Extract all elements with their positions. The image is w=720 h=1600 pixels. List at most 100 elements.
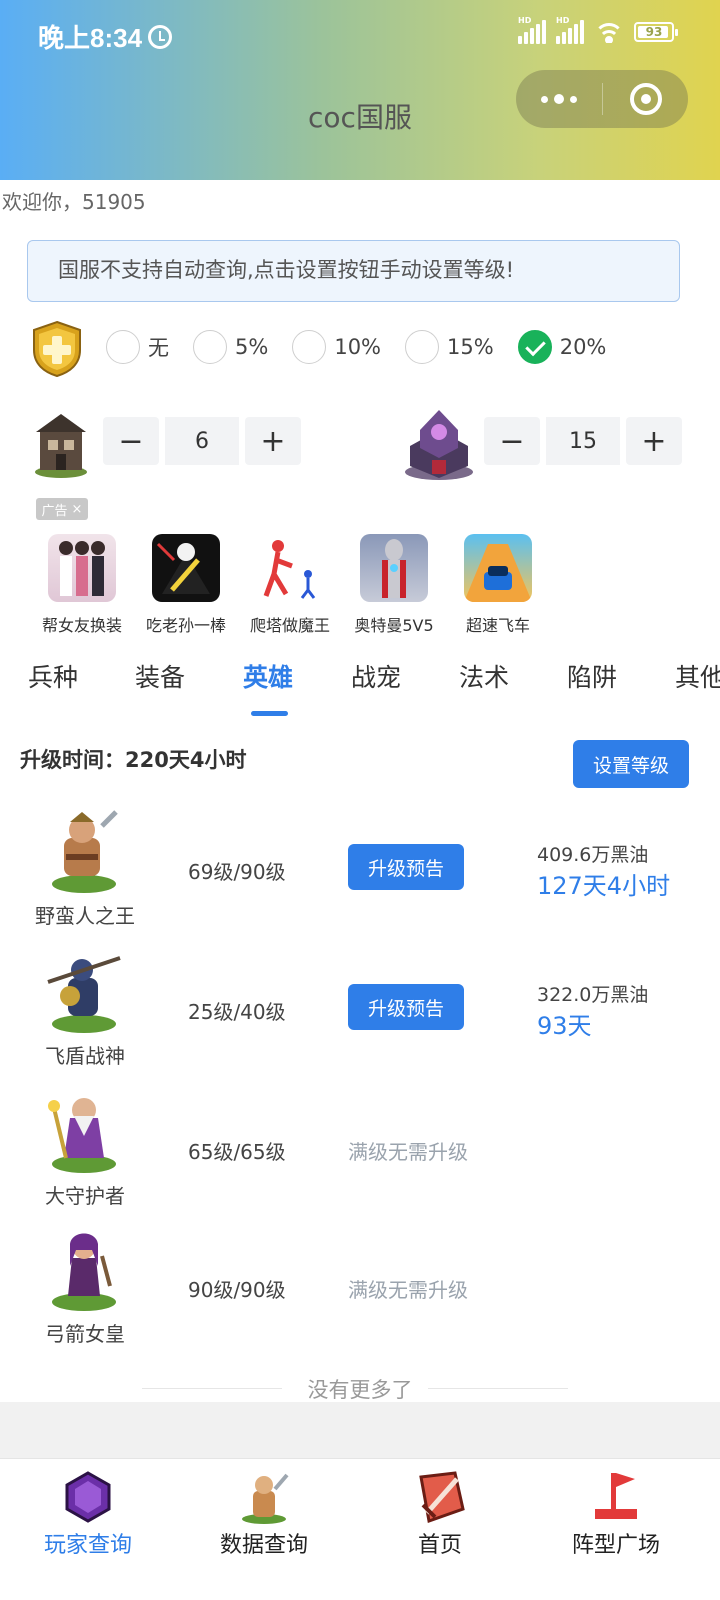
more-icon[interactable] <box>516 94 602 104</box>
sword-shield-icon <box>419 1471 465 1524</box>
tabbar-label: 玩家查询 <box>43 1533 132 1558</box>
status-time-text: 晚上8:34 <box>38 23 143 53</box>
radio-circle[interactable] <box>106 330 140 364</box>
wifi-icon <box>594 21 624 43</box>
hero-level: 25级/40级 <box>188 1000 286 1024</box>
barbarian-king-icon <box>52 810 118 893</box>
ad-tag-label: 广告 <box>41 503 68 519</box>
radio-label: 5% <box>235 335 269 359</box>
red-flag-icon <box>595 1473 637 1519</box>
decrement-button[interactable]: − <box>484 417 540 465</box>
max-level-note: 满级无需升级 <box>348 1140 468 1164</box>
signal-icon: HD <box>556 16 584 44</box>
ultraman-game-icon <box>382 539 406 598</box>
hero-name: 野蛮人之王 <box>35 904 135 928</box>
battery-level: 93 <box>645 25 663 39</box>
ad-name: 帮女友换装 <box>41 616 122 635</box>
max-level-note: 满级无需升级 <box>348 1278 468 1302</box>
upgrade-cost: 409.6万黑油 <box>537 844 649 866</box>
category-tabs: 兵种 装备 英雄 战宠 法术 陷阱 其他 <box>0 658 720 718</box>
ad-name: 奥特曼5V5 <box>354 616 434 635</box>
status-icons: HD HD 93 <box>518 16 678 44</box>
tab-troops[interactable]: 兵种 <box>28 658 78 694</box>
tab-others[interactable]: 其他 <box>675 658 720 694</box>
tabbar-data-search[interactable]: 数据查询 <box>176 1469 352 1559</box>
upgrade-duration: 127天4小时 <box>537 872 671 900</box>
hero-row: 野蛮人之王 69级/90级 升级预告 409.6万黑油 127天4小时 <box>0 808 720 948</box>
mini-program-capsule <box>516 70 688 128</box>
ad-thumbnail <box>464 534 532 602</box>
hero-row: 飞盾战神 25级/40级 升级预告 322.0万黑油 93天 <box>0 948 720 1088</box>
tab-heroes[interactable]: 英雄 <box>243 658 293 694</box>
no-more-text: 没有更多了 <box>307 1378 413 1402</box>
footer-spacer <box>0 1402 720 1458</box>
radio-circle[interactable] <box>193 330 227 364</box>
upgrade-preview-button[interactable]: 升级预告 <box>348 844 464 890</box>
nav-header: 晚上8:34 HD HD 93 coc国服 <box>0 0 720 180</box>
radio-circle[interactable] <box>292 330 327 364</box>
town-hall-stepper: − 15 + <box>484 417 682 465</box>
close-mini-program-icon[interactable] <box>603 83 688 115</box>
ad-item[interactable]: 吃老孙一棒 <box>134 534 238 636</box>
ad-name: 超速飞车 <box>465 616 530 635</box>
hero-row: 弓箭女皇 90级/90级 满级无需升级 <box>0 1226 720 1366</box>
radio-percent-none[interactable]: 无 <box>106 330 169 364</box>
ad-thumbnail <box>48 534 116 602</box>
tabbar-label: 阵型广场 <box>571 1533 660 1558</box>
ad-name: 爬塔做魔王 <box>249 616 330 635</box>
minion-prince-icon <box>47 956 121 1033</box>
total-upgrade-time: 升级时间：220天4小时 <box>20 748 247 772</box>
tab-pets[interactable]: 战宠 <box>351 658 401 694</box>
grand-warden-icon <box>48 1098 116 1173</box>
hero-level: 90级/90级 <box>188 1278 286 1302</box>
ad-tag[interactable]: 广告 × <box>36 498 88 520</box>
signal-icon: HD <box>518 16 546 44</box>
tabbar-player-search[interactable]: 玩家查询 <box>0 1469 176 1559</box>
hero-name: 大守护者 <box>45 1184 125 1208</box>
tabbar-home[interactable]: 首页 <box>352 1469 528 1559</box>
set-level-button[interactable]: 设置等级 <box>573 740 689 788</box>
ad-item[interactable]: 爬塔做魔王 <box>238 534 342 636</box>
radio-percent-10[interactable]: 10% <box>292 330 381 364</box>
hero-name: 弓箭女皇 <box>45 1322 125 1346</box>
welcome-text: 欢迎你，51905 <box>2 190 146 214</box>
builder-hall-stepper: − 6 + <box>103 417 301 465</box>
hero-level: 65级/65级 <box>188 1140 286 1164</box>
ad-list: 帮女友换装 吃老孙一棒 爬塔做魔王 奥特曼5V5 超速飞车 <box>30 534 550 636</box>
tab-equipment[interactable]: 装备 <box>135 658 185 694</box>
increment-button[interactable]: + <box>626 417 682 465</box>
active-tab-indicator <box>251 711 288 716</box>
ad-item[interactable]: 超速飞车 <box>446 534 550 636</box>
archer-queen-icon <box>52 1233 116 1311</box>
ad-thumbnail <box>360 534 428 602</box>
upgrade-cost: 322.0万黑油 <box>537 984 649 1006</box>
decrement-button[interactable]: − <box>103 417 159 465</box>
radio-label: 20% <box>559 335 607 359</box>
ad-close-icon[interactable]: × <box>72 502 83 517</box>
race-car-game-icon <box>464 544 532 602</box>
ad-item[interactable]: 奥特曼5V5 <box>342 534 446 636</box>
alarm-icon <box>148 24 173 49</box>
bottom-tab-bar: 玩家查询 数据查询 首页 阵型广场 <box>0 1458 720 1600</box>
ad-item[interactable]: 帮女友换装 <box>30 534 134 636</box>
tabbar-label: 首页 <box>417 1533 462 1558</box>
radio-percent-5[interactable]: 5% <box>193 330 268 364</box>
ad-thumbnail <box>256 534 324 602</box>
radio-circle[interactable] <box>517 330 552 364</box>
tabbar-layout-plaza[interactable]: 阵型广场 <box>528 1469 704 1559</box>
ad-thumbnail <box>152 534 220 602</box>
increment-button[interactable]: + <box>245 417 301 465</box>
tab-traps[interactable]: 陷阱 <box>567 658 617 694</box>
town-hall-level: 15 <box>546 417 620 465</box>
radio-percent-15[interactable]: 15% <box>405 330 494 364</box>
radio-circle[interactable] <box>405 330 440 364</box>
tower-game-icon <box>263 540 316 599</box>
radio-percent-20[interactable]: 20% <box>517 330 607 364</box>
radio-label: 10% <box>334 335 382 359</box>
tab-spells[interactable]: 法术 <box>459 658 509 694</box>
hero-name: 飞盾战神 <box>45 1044 125 1068</box>
barbarian-icon <box>242 1473 289 1524</box>
upgrade-preview-button[interactable]: 升级预告 <box>348 984 464 1030</box>
radio-label: 无 <box>148 336 169 360</box>
ad-name: 吃老孙一棒 <box>145 616 226 635</box>
